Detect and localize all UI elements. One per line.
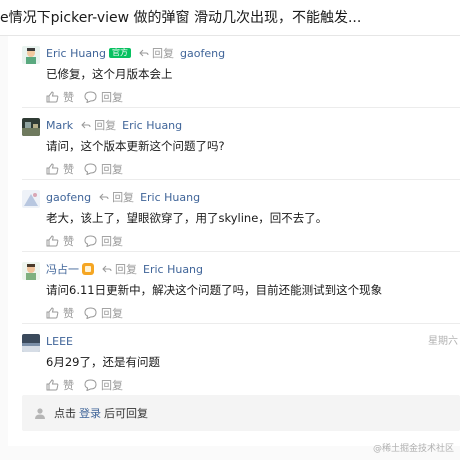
reply-word: 回复 (112, 191, 135, 204)
reply-button[interactable]: 回复 (84, 89, 123, 105)
divider (22, 107, 460, 108)
reply-word: 回复 (152, 47, 175, 60)
reply-arrow-icon (99, 193, 109, 201)
thumbs-up-icon (46, 91, 59, 103)
comment-time: 星期六 (428, 336, 458, 347)
author-name[interactable]: Mark (46, 119, 73, 132)
user-icon (35, 408, 45, 419)
comment-panel: Eric Huang 官方 回复 gaofeng 已修复，这个月版本会上 赞 回… (8, 36, 460, 446)
reply-indicator: 回复 (139, 45, 174, 61)
avatar[interactable] (22, 46, 40, 64)
official-badge: 官方 (109, 48, 132, 58)
reply-word: 回复 (94, 119, 117, 132)
divider (22, 179, 460, 180)
comment-actions: 赞 回复 (46, 233, 133, 249)
top-bar: e情况下picker-view 做的弹窗 滑动几次出现，不能触发... (0, 0, 460, 36)
reply-label: 回复 (101, 307, 123, 320)
reply-target[interactable]: Eric Huang (140, 191, 200, 204)
author-name[interactable]: Eric Huang (46, 47, 106, 60)
like-label: 赞 (63, 163, 74, 176)
comment-meta: gaofeng 回复 Eric Huang (46, 188, 200, 206)
like-button[interactable]: 赞 (46, 377, 74, 393)
comment-text: 已修复，这个月版本会上 (46, 67, 173, 81)
reply-label: 回复 (101, 163, 123, 176)
reply-arrow-icon (102, 265, 112, 273)
comment-bubble-icon (84, 307, 97, 319)
divider (22, 323, 460, 324)
author-name[interactable]: LEEE (46, 335, 73, 348)
author-name[interactable]: 冯占一 (46, 261, 79, 277)
comment-meta: Mark 回复 Eric Huang (46, 116, 182, 134)
divider (22, 251, 460, 252)
comment-text: 老大，该上了，望眼欲穿了，用了skyline，回不去了。 (46, 211, 328, 225)
comment-text: 6月29了，还是有问题 (46, 355, 160, 369)
comment-meta: 冯占一 回复 Eric Huang (46, 260, 203, 278)
thumbs-up-icon (46, 307, 59, 319)
reply-prompt-suffix: 后可回复 (104, 407, 148, 420)
reply-indicator: 回复 (81, 117, 116, 133)
comment-bubble-icon (84, 91, 97, 103)
level-badge-icon (82, 263, 94, 275)
avatar[interactable] (22, 118, 40, 136)
comment-bubble-icon (84, 235, 97, 247)
avatar[interactable] (22, 262, 40, 280)
reply-word: 回复 (115, 263, 137, 276)
reply-arrow-icon (81, 121, 91, 129)
like-button[interactable]: 赞 (46, 305, 74, 321)
reply-label: 回复 (101, 235, 123, 248)
reply-indicator: 回复 (102, 261, 137, 277)
login-link[interactable]: 登录 (79, 405, 101, 421)
comment-text: 请问，这个版本更新这个问题了吗? (46, 139, 225, 153)
reply-box[interactable]: 点击 登录 后可回复 (22, 395, 460, 431)
author-name[interactable]: gaofeng (46, 191, 91, 204)
avatar[interactable] (22, 334, 40, 352)
avatar[interactable] (22, 190, 40, 208)
reply-arrow-icon (139, 49, 149, 57)
reply-indicator: 回复 (99, 189, 134, 205)
reply-button[interactable]: 回复 (84, 233, 123, 249)
reply-button[interactable]: 回复 (84, 377, 123, 393)
comment-actions: 赞 回复 (46, 89, 133, 105)
comment-text: 请问6.11日更新中，解决这个问题了吗，目前还能测试到这个现象 (46, 283, 383, 297)
question-title[interactable]: e情况下picker-view 做的弹窗 滑动几次出现，不能触发... (0, 7, 361, 27)
comment-bubble-icon (84, 379, 97, 391)
comment-actions: 赞 回复 (46, 377, 133, 393)
like-button[interactable]: 赞 (46, 161, 74, 177)
reply-target[interactable]: gaofeng (180, 47, 225, 60)
like-label: 赞 (63, 307, 74, 320)
reply-prompt-prefix: 点击 (54, 407, 76, 420)
reply-label: 回复 (101, 91, 123, 104)
comment-actions: 赞 回复 (46, 305, 133, 321)
like-label: 赞 (63, 235, 74, 248)
thumbs-up-icon (46, 379, 59, 391)
like-button[interactable]: 赞 (46, 233, 74, 249)
reply-target[interactable]: Eric Huang (122, 119, 182, 132)
watermark: @稀土掘金技术社区 (372, 444, 454, 454)
comment-bubble-icon (84, 163, 97, 175)
like-button[interactable]: 赞 (46, 89, 74, 105)
reply-button[interactable]: 回复 (84, 161, 123, 177)
like-label: 赞 (63, 91, 74, 104)
thumbs-up-icon (46, 235, 59, 247)
reply-button[interactable]: 回复 (84, 305, 123, 321)
reply-label: 回复 (101, 379, 123, 392)
thumbs-up-icon (46, 163, 59, 175)
comment-meta: LEEE (46, 332, 73, 350)
comment-actions: 赞 回复 (46, 161, 133, 177)
reply-target[interactable]: Eric Huang (143, 263, 203, 276)
comment-meta: Eric Huang 官方 回复 gaofeng (46, 44, 225, 62)
like-label: 赞 (63, 379, 74, 392)
